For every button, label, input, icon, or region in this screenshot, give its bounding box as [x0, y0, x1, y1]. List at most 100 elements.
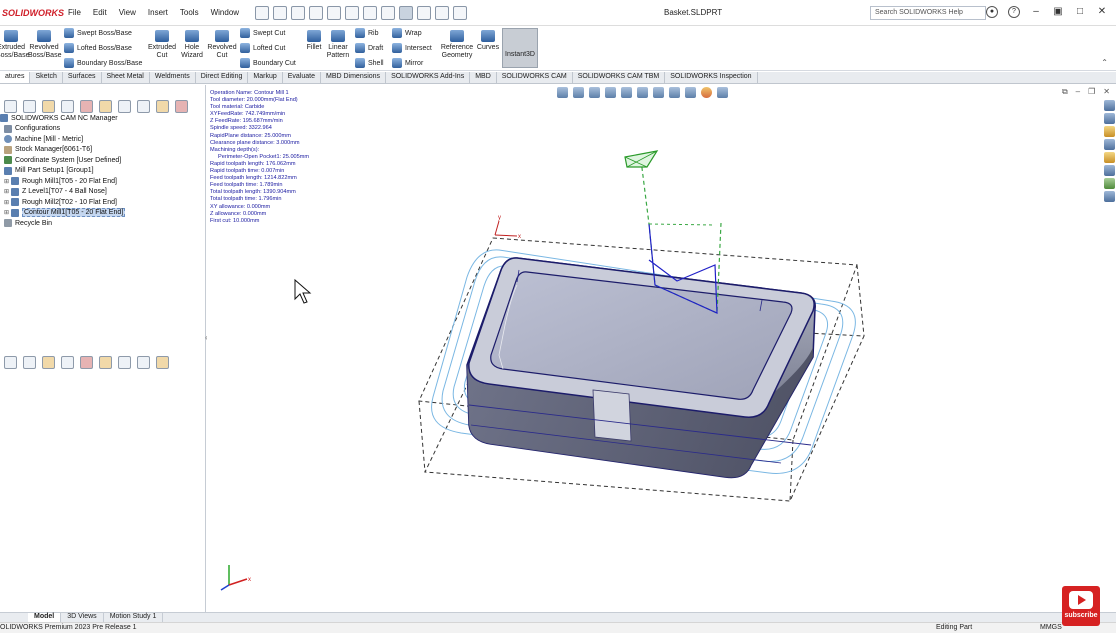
dim-xpert-tab-icon[interactable] — [61, 355, 74, 369]
instant3d-button[interactable]: Instant3D — [502, 28, 538, 68]
feature-manager-tab-icon[interactable] — [4, 355, 17, 369]
boundary-boss-button[interactable]: Boundary Boss/Base — [64, 58, 142, 68]
revolved-boss-button[interactable]: Revolved Boss/Base — [28, 30, 61, 60]
tab-motion-study[interactable]: Motion Study 1 — [104, 613, 164, 622]
configuration-manager-tab-icon[interactable] — [42, 99, 55, 113]
home-icon[interactable] — [273, 5, 288, 20]
cam-nc-manager-icon[interactable] — [156, 355, 169, 369]
cam-tolerance-icon[interactable] — [175, 99, 188, 113]
tab-surfaces[interactable]: Surfaces — [63, 72, 102, 83]
tab-sketch[interactable]: Sketch — [30, 72, 63, 83]
cam-tool-tree-icon[interactable] — [137, 99, 150, 113]
display-manager-tab-icon[interactable] — [80, 99, 93, 113]
menu-tools[interactable]: Tools — [174, 8, 205, 17]
tab-3d-views[interactable]: 3D Views — [61, 613, 104, 622]
lofted-boss-button[interactable]: Lofted Boss/Base — [64, 43, 132, 53]
fillet-button[interactable]: Fillet — [303, 30, 325, 52]
restore-icon[interactable]: ▣ — [1052, 6, 1064, 18]
user-account-icon[interactable]: ● — [986, 6, 998, 18]
feature-manager-tab-icon[interactable] — [4, 99, 17, 113]
graphics-viewport[interactable]: Operation Name: Contour Mill 1 Tool diam… — [207, 85, 1116, 612]
expand-icon[interactable]: ⊞ — [4, 199, 10, 206]
tab-mbd[interactable]: MBD — [470, 72, 497, 83]
tab-mbd-dimensions[interactable]: MBD Dimensions — [321, 72, 387, 83]
dim-xpert-tab-icon[interactable] — [61, 99, 74, 113]
open-folder-icon[interactable] — [309, 5, 324, 20]
curves-button[interactable]: Curves — [476, 30, 500, 52]
display-manager-tab-icon[interactable] — [80, 355, 93, 369]
boundary-cut-button[interactable]: Boundary Cut — [240, 58, 296, 68]
tree-item-rough-mill1[interactable]: ⊞ Rough Mill1[T05 - 20 Flat End] — [0, 176, 206, 187]
units-selector[interactable]: MMGS — [1040, 624, 1062, 631]
new-document-icon[interactable] — [291, 5, 306, 20]
mirror-button[interactable]: Mirror — [392, 58, 423, 68]
configuration-manager-tab-icon[interactable] — [42, 355, 55, 369]
menu-file[interactable]: File — [62, 8, 87, 17]
cam-nc-manager-icon[interactable] — [156, 99, 169, 113]
tab-features[interactable]: atures — [0, 72, 31, 83]
maximize-icon[interactable]: □ — [1074, 6, 1086, 18]
save-icon[interactable] — [327, 5, 342, 20]
tree-item-configurations[interactable]: Configurations — [0, 124, 206, 135]
expand-icon[interactable]: ⊞ — [4, 209, 10, 216]
revolved-cut-button[interactable]: Revolved Cut — [207, 30, 237, 60]
menu-edit[interactable]: Edit — [87, 8, 113, 17]
linear-pattern-button[interactable]: Linear Pattern — [326, 30, 350, 60]
shell-button[interactable]: Shell — [355, 58, 384, 68]
tab-solidworks-add-ins[interactable]: SOLIDWORKS Add-Ins — [386, 72, 471, 83]
pin-icon[interactable] — [255, 5, 270, 20]
swept-cut-button[interactable]: Swept Cut — [240, 28, 285, 38]
redo-icon[interactable] — [381, 5, 396, 20]
intersect-button[interactable]: Intersect — [392, 43, 432, 53]
tab-sheet-metal[interactable]: Sheet Metal — [102, 72, 150, 83]
tree-item-stock-manager[interactable]: Stock Manager[6061-T6] — [0, 145, 206, 156]
tab-solidworks-inspection[interactable]: SOLIDWORKS Inspection — [665, 72, 758, 83]
tab-solidworks-cam-tbm[interactable]: SOLIDWORKS CAM TBM — [573, 72, 666, 83]
tab-evaluate[interactable]: Evaluate — [283, 72, 321, 83]
menu-insert[interactable]: Insert — [142, 8, 174, 17]
tree-item-contour-mill1[interactable]: ⊞ Contour Mill1[T05 - 20 Flat End] — [0, 208, 206, 219]
file-properties-icon[interactable] — [435, 5, 450, 20]
expand-icon[interactable]: ⊞ — [4, 188, 10, 195]
collapse-ribbon-icon[interactable]: ⌃ — [1101, 58, 1108, 67]
minimize-icon[interactable]: – — [1030, 6, 1042, 18]
close-icon[interactable]: ✕ — [1096, 6, 1108, 18]
cam-feature-tree-icon[interactable] — [99, 355, 112, 369]
tab-weldments[interactable]: Weldments — [150, 72, 196, 83]
print-icon[interactable] — [345, 5, 360, 20]
help-icon[interactable]: ? — [1008, 6, 1020, 18]
tab-model[interactable]: Model — [28, 613, 62, 622]
tree-item-machine[interactable]: Machine [Mill - Metric] — [0, 134, 206, 145]
tree-item-mill-part-setup[interactable]: Mill Part Setup1 [Group1] — [0, 166, 206, 177]
reference-geometry-button[interactable]: Reference Geometry — [440, 30, 474, 60]
rib-button[interactable]: Rib — [355, 28, 379, 38]
extruded-cut-button[interactable]: Extruded Cut — [147, 30, 177, 60]
cam-feature-tree-icon[interactable] — [99, 99, 112, 113]
options-gear-icon[interactable] — [453, 5, 468, 20]
extruded-boss-button[interactable]: Extruded Boss/Base — [0, 30, 29, 60]
property-manager-tab-icon[interactable] — [23, 355, 36, 369]
swept-boss-button[interactable]: Swept Boss/Base — [64, 28, 132, 38]
cam-operation-tree-icon[interactable] — [118, 99, 131, 113]
property-manager-tab-icon[interactable] — [23, 99, 36, 113]
cam-operation-tree-icon[interactable] — [118, 355, 131, 369]
tree-item-rough-mill2[interactable]: ⊞ Rough Mill2[T02 - 10 Flat End] — [0, 197, 206, 208]
hole-wizard-button[interactable]: Hole Wizard — [178, 30, 206, 60]
cam-tool-tree-icon[interactable] — [137, 355, 150, 369]
subscribe-badge[interactable]: subscribe — [1062, 586, 1100, 626]
menu-view[interactable]: View — [113, 8, 142, 17]
lofted-cut-button[interactable]: Lofted Cut — [240, 43, 285, 53]
rebuild-icon[interactable] — [417, 5, 432, 20]
tab-direct-editing[interactable]: Direct Editing — [196, 72, 249, 83]
tree-item-z-level1[interactable]: ⊞ Z Level1[T07 - 4 Ball Nose] — [0, 187, 206, 198]
draft-button[interactable]: Draft — [355, 43, 383, 53]
tree-item-recycle-bin[interactable]: Recycle Bin — [0, 218, 206, 229]
select-pointer-icon[interactable] — [399, 5, 414, 20]
wrap-button[interactable]: Wrap — [392, 28, 422, 38]
help-search-input[interactable]: Search SOLIDWORKS Help — [870, 6, 986, 20]
expand-icon[interactable]: ⊞ — [4, 178, 10, 185]
tree-root[interactable]: SOLIDWORKS CAM NC Manager — [0, 113, 206, 124]
menu-window[interactable]: Window — [205, 8, 245, 17]
tab-markup[interactable]: Markup — [248, 72, 283, 83]
tree-item-coordinate-system[interactable]: Coordinate System [User Defined] — [0, 155, 206, 166]
